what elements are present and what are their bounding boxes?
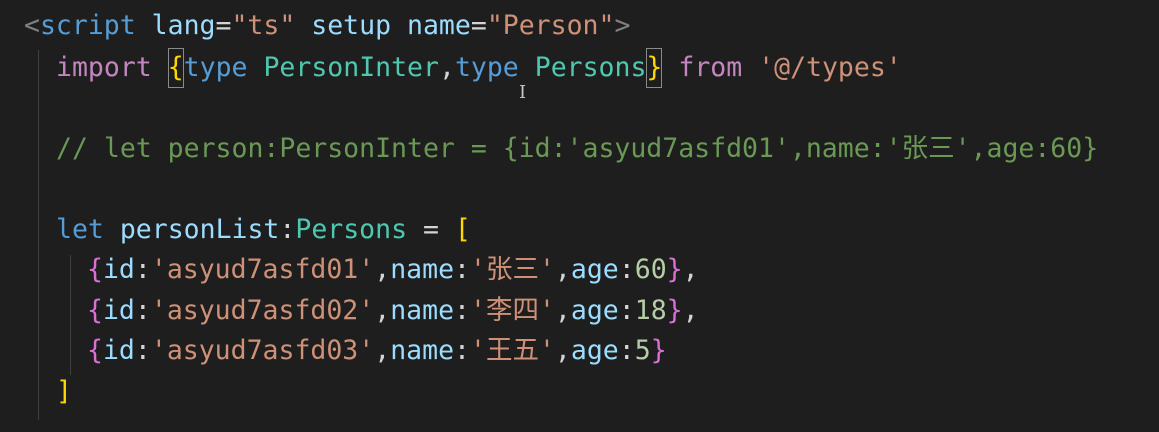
key-age: age <box>570 335 619 366</box>
code-line-item: {id:'asyud7asfd01',name:'张三',age:60}, <box>87 254 699 285</box>
value-age: 18 <box>634 295 667 326</box>
brace-open-matched: { <box>167 48 184 88</box>
value-name: '张三' <box>470 254 555 285</box>
text-cursor-icon: I <box>519 82 527 103</box>
key-name: name <box>390 254 455 285</box>
value-id: 'asyud7asfd03' <box>150 335 375 366</box>
array-close-bracket: ] <box>56 376 72 407</box>
object-open-brace: { <box>87 335 103 366</box>
attr-name-value: "Person" <box>486 10 615 41</box>
code-line-import: import {type PersonInter,type Persons} f… <box>56 48 902 88</box>
variable-person-list: personList <box>119 214 280 245</box>
attr-equals: = <box>470 10 487 41</box>
code-editor[interactable]: <script lang="ts" setup name="Person"> i… <box>0 0 1159 432</box>
object-close-brace: } <box>666 295 683 326</box>
type-persons: Persons <box>295 214 408 245</box>
keyword-type: type <box>454 52 519 83</box>
key-id: id <box>102 335 135 366</box>
key-id: id <box>102 295 135 326</box>
key-name: name <box>390 295 455 326</box>
tag-name: script <box>39 10 136 41</box>
code-line-item: {id:'asyud7asfd03',name:'王五',age:5} <box>87 335 667 366</box>
attr-lang: lang <box>151 10 216 41</box>
indent-guide <box>38 50 39 420</box>
tag-close-bracket: > <box>614 10 631 41</box>
keyword-let: let <box>56 214 104 245</box>
assign-operator: = <box>407 214 455 245</box>
keyword-type: type <box>183 52 248 83</box>
trailing-comma: , <box>682 295 699 326</box>
code-line-let: let personList:Persons = [ <box>56 210 471 250</box>
value-age: 5 <box>634 335 651 366</box>
value-name: '王五' <box>470 335 555 366</box>
value-id: 'asyud7asfd01' <box>150 254 375 285</box>
attr-name: name <box>407 10 471 41</box>
code-line-script-tag: <script lang="ts" setup name="Person"> <box>24 6 630 46</box>
object-close-brace: } <box>666 254 683 285</box>
comma: , <box>438 52 455 83</box>
colon: : <box>279 214 296 245</box>
tag-open-bracket: < <box>24 10 40 41</box>
array-open-bracket: [ <box>454 214 471 245</box>
code-line-close: ] <box>56 372 72 412</box>
key-age: age <box>570 254 619 285</box>
key-age: age <box>570 295 619 326</box>
attr-lang-value: "ts" <box>231 10 296 41</box>
indent-guide <box>70 255 71 375</box>
attr-setup: setup <box>311 10 392 41</box>
type-persons: Persons <box>534 52 647 83</box>
code-line-comment: // let person:PersonInter = {id:'asyud7a… <box>56 133 1099 164</box>
value-name: '李四' <box>470 295 555 326</box>
object-open-brace: { <box>87 295 103 326</box>
object-open-brace: { <box>87 254 103 285</box>
brace-close-matched: } <box>646 48 663 88</box>
import-path: '@/types' <box>758 52 902 83</box>
keyword-import: import <box>56 52 152 83</box>
value-id: 'asyud7asfd02' <box>150 295 375 326</box>
attr-equals: = <box>215 10 232 41</box>
object-close-brace: } <box>650 335 667 366</box>
key-name: name <box>390 335 455 366</box>
type-person-inter: PersonInter <box>263 52 439 83</box>
code-line-item: {id:'asyud7asfd02',name:'李四',age:18}, <box>87 295 699 326</box>
key-id: id <box>102 254 135 285</box>
trailing-comma: , <box>682 254 699 285</box>
value-age: 60 <box>634 254 667 285</box>
keyword-from: from <box>678 52 743 83</box>
